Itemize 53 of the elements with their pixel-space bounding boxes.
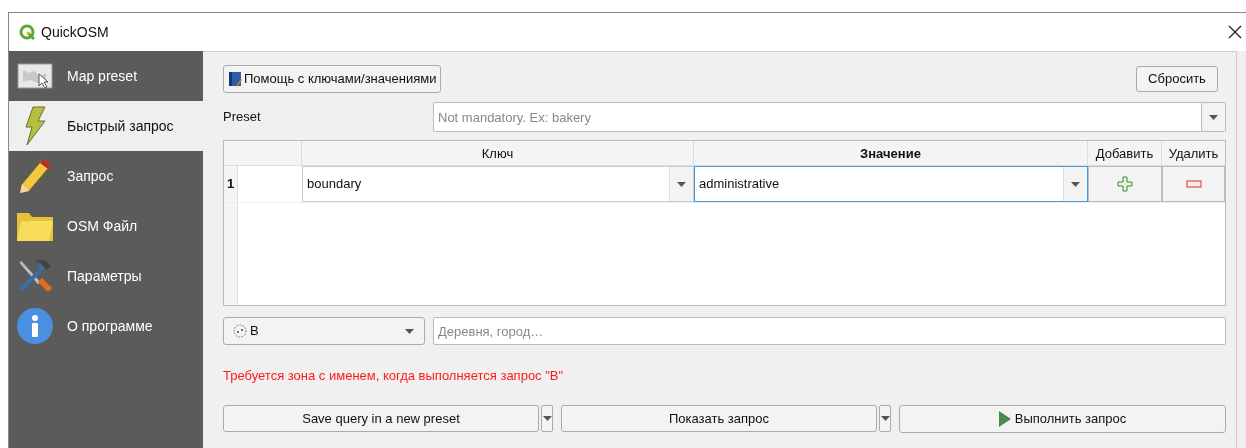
help-book-icon (228, 71, 242, 87)
sidebar-item-label: Map preset (67, 66, 138, 86)
run-query-button[interactable]: Выполнить запрос (899, 404, 1226, 433)
sidebar-item[interactable]: Map preset (9, 51, 203, 101)
dotted-area-icon (232, 324, 248, 338)
minus-icon (1185, 180, 1202, 188)
info-icon (16, 307, 54, 345)
column-header: Удалить (1167, 145, 1220, 163)
map-icon (17, 62, 53, 90)
dropdown-arrow-icon (1209, 114, 1218, 120)
action-button[interactable]: Показать запрос (561, 405, 877, 432)
column-header: Добавить (1088, 141, 1162, 165)
window-title: QuickOSM (41, 22, 109, 42)
sidebar-item[interactable]: Запрос (9, 151, 203, 201)
tools-icon (17, 258, 53, 294)
sidebar-item[interactable]: OSM Файл (9, 201, 203, 251)
plus-icon (1117, 176, 1133, 192)
dropdown-button[interactable] (1202, 102, 1226, 132)
dropdown-arrow-icon (677, 181, 686, 187)
sidebar-item[interactable]: Быстрый запрос (9, 101, 203, 151)
reset-button[interactable]: Сбросить (1136, 66, 1218, 92)
help-button[interactable]: Помощь с ключами/значениями (223, 65, 442, 93)
app-logo-icon (19, 24, 35, 40)
lightning-icon (23, 106, 47, 146)
value-combo[interactable]: administrative (694, 166, 1088, 202)
play-icon (998, 410, 1011, 427)
sidebar-item[interactable]: Параметры (9, 251, 203, 301)
menu-arrow-button[interactable] (879, 405, 891, 432)
dropdown-arrow-icon (405, 328, 414, 334)
key-combo[interactable]: boundary (302, 166, 694, 202)
sidebar-item-label: Запрос (67, 166, 114, 186)
place-field[interactable]: Деревня, город… (433, 317, 1226, 345)
caret-icon (880, 416, 890, 421)
scrollbar[interactable] (1236, 51, 1246, 448)
sidebar-item-label: О программе (67, 316, 153, 336)
caret-icon (542, 416, 552, 421)
sidebar-item-label: Быстрый запрос (67, 116, 174, 136)
preset-field[interactable]: Not mandatory. Ex: bakery (433, 102, 1202, 132)
folder-icon (16, 210, 54, 242)
action-button[interactable]: Save query in a new preset (223, 405, 539, 432)
close-icon[interactable] (1228, 25, 1242, 39)
column-header: Ключ (302, 141, 694, 165)
area-type-combo[interactable]: В (223, 317, 425, 345)
sidebar-item-label: OSM Файл (67, 216, 138, 236)
preset-label: Preset (223, 108, 262, 127)
sidebar-item[interactable]: О программе (9, 301, 203, 351)
menu-arrow-button[interactable] (541, 405, 553, 432)
pencil-icon (17, 157, 53, 195)
error-message: Требуется зона с именем, когда выполняется запрос "В" (223, 367, 565, 385)
sidebar-item-label: Параметры (67, 266, 142, 286)
column-header: Значение (694, 141, 1088, 165)
row-number: 1 (224, 166, 238, 202)
dropdown-arrow-icon (1071, 181, 1080, 187)
